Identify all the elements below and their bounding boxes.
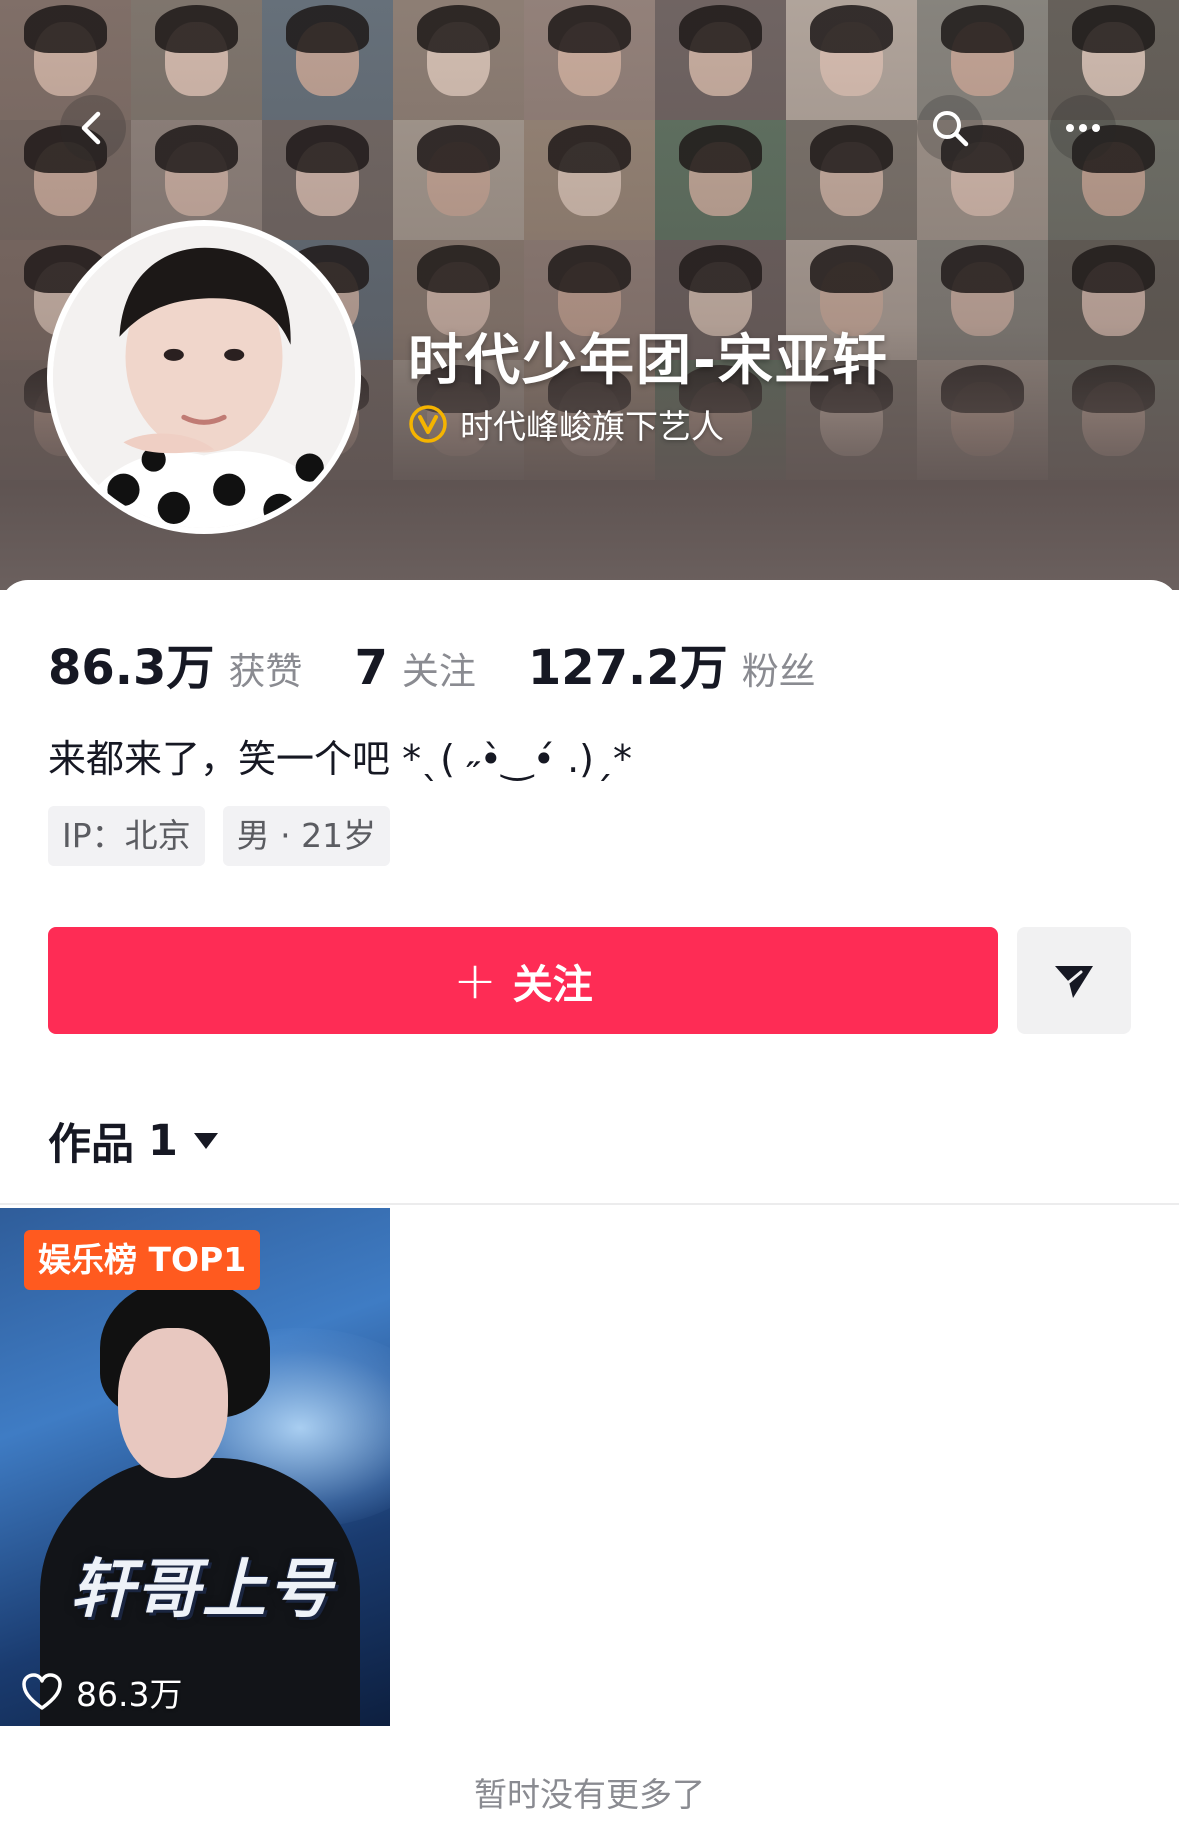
follow-button[interactable]: + 关注 bbox=[48, 927, 998, 1034]
profile-name: 时代少年团-宋亚轩 bbox=[408, 328, 889, 392]
works-count: 1 bbox=[148, 1116, 178, 1166]
followers-count: 127.2万 bbox=[527, 640, 728, 696]
message-button[interactable] bbox=[1017, 927, 1131, 1034]
following-count: 7 bbox=[354, 640, 388, 696]
likes-stat[interactable]: 86.3万 获赞 bbox=[48, 628, 302, 698]
more-icon bbox=[1066, 124, 1100, 132]
verification-row: 时代峰峻旗下艺人 bbox=[408, 400, 724, 448]
following-label: 关注 bbox=[401, 650, 476, 693]
verified-icon bbox=[409, 405, 447, 443]
tab-divider bbox=[0, 1203, 1179, 1205]
send-icon bbox=[1055, 965, 1093, 998]
verification-text: 时代峰峻旗下艺人 bbox=[460, 407, 724, 446]
ip-location-tag: IP：北京 bbox=[48, 806, 205, 866]
following-stat[interactable]: 7 关注 bbox=[354, 640, 475, 696]
caret-down-icon[interactable] bbox=[192, 1131, 220, 1151]
avatar[interactable] bbox=[47, 220, 361, 534]
end-of-list-text: 暂时没有更多了 bbox=[474, 1775, 705, 1814]
stats-row: 86.3万 获赞 7 关注 127.2万 粉丝 bbox=[48, 628, 868, 698]
ranking-badge: 娱乐榜 TOP1 bbox=[24, 1230, 261, 1290]
followers-stat[interactable]: 127.2万 粉丝 bbox=[528, 628, 816, 698]
video-thumbnail[interactable]: 娱乐榜 TOP1 轩哥上号 86.3万 bbox=[0, 1208, 390, 1726]
search-button[interactable] bbox=[917, 95, 983, 161]
profile-bio: 来都来了，笑一个吧 *ˎ( ˶•̀‿•́ .)ˏ* bbox=[48, 737, 632, 781]
followers-label: 粉丝 bbox=[741, 650, 816, 693]
avatar-image bbox=[53, 226, 355, 528]
profile-sheet: 86.3万 获赞 7 关注 127.2万 粉丝 来都来了，笑一个吧 *ˎ( ˶•… bbox=[0, 580, 1179, 1833]
video-like-count: 86.3万 bbox=[76, 1675, 183, 1714]
more-button[interactable] bbox=[1050, 95, 1116, 161]
likes-count: 86.3万 bbox=[48, 640, 215, 696]
tab-works[interactable]: 作品 1 bbox=[48, 1110, 220, 1172]
search-icon bbox=[933, 111, 969, 147]
gender-age-tag: 男 · 21岁 bbox=[222, 806, 391, 866]
avatar-portrait bbox=[53, 226, 355, 528]
back-icon bbox=[81, 111, 101, 145]
works-tab-label: 作品 bbox=[48, 1120, 134, 1170]
heart-icon bbox=[22, 1673, 62, 1710]
back-button[interactable] bbox=[60, 95, 126, 161]
plus-icon: + bbox=[453, 950, 497, 1011]
video-cover-title: 轩哥上号 bbox=[70, 1553, 334, 1627]
cover-person-face bbox=[118, 1328, 228, 1478]
video-like-row: 86.3万 bbox=[22, 1668, 182, 1716]
profile-tags: IP：北京 男 · 21岁 bbox=[48, 806, 391, 866]
follow-button-label: 关注 bbox=[512, 961, 593, 1008]
likes-label: 获赞 bbox=[228, 650, 303, 693]
